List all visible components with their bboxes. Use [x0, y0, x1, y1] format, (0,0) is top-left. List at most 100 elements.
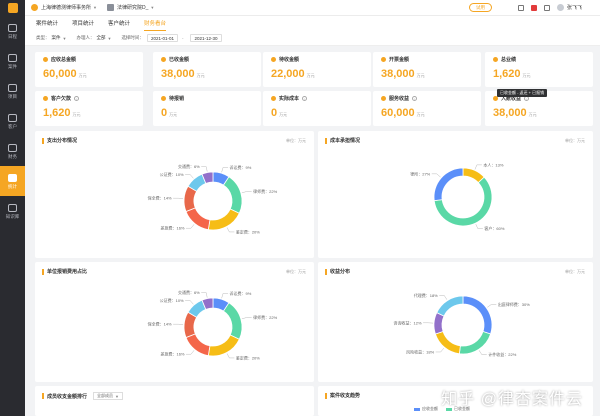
pie-slice[interactable] — [458, 330, 492, 355]
pie-slice[interactable] — [433, 312, 445, 335]
stat-label-text: 总业绩 — [501, 57, 517, 63]
sidebar-item-1[interactable]: 案件 — [0, 46, 25, 76]
stat-card: 总业绩 1,620 万元 — [485, 52, 593, 87]
date-start-input[interactable]: 2021-01-01 — [146, 34, 178, 42]
label-leader-line — [185, 174, 194, 179]
pie-slice[interactable] — [185, 207, 211, 231]
pie-label: 差旅费：16% — [160, 225, 184, 231]
project-switcher[interactable]: 法律研究院D_ ▼ — [106, 4, 155, 11]
user-name[interactable]: 张飞飞 — [567, 4, 582, 11]
stat-unit: 万元 — [522, 73, 531, 78]
pie-slice[interactable] — [222, 302, 243, 340]
stat-value: 38,000 万元 — [161, 68, 205, 80]
info-icon[interactable]: i — [74, 96, 80, 101]
trend-title: 案件收支趋势 — [330, 393, 361, 399]
tab-1[interactable]: 项目统计 — [72, 16, 94, 31]
pie-slice[interactable] — [222, 176, 243, 214]
stat-label-text: 开票金额 — [389, 57, 410, 63]
info-icon[interactable]: i — [302, 96, 308, 101]
stat-label: 总业绩 — [493, 56, 516, 63]
sidebar-item-2[interactable]: 项目 — [0, 76, 25, 106]
sidebar-item-4[interactable]: 财务 — [0, 136, 25, 166]
stat-card: 客户欠款 i 1,620 万元 — [35, 91, 143, 126]
pie-slice[interactable] — [433, 167, 464, 202]
pie-slice[interactable] — [185, 333, 211, 357]
stat-icon — [271, 57, 276, 62]
pie-slice[interactable] — [462, 295, 493, 335]
nav-icon — [8, 143, 17, 152]
stat-card: 待收金额 22,000 万元 — [263, 52, 371, 87]
pie-label: 公证费：10% — [160, 171, 184, 177]
nav-icon — [8, 113, 17, 122]
label-leader-line — [221, 293, 229, 299]
date-filter: 选择时间： 2021-01-01 - 2021-12-30 — [121, 34, 222, 42]
org-switcher[interactable]: 上海律德测律师事务所 ▼ — [31, 4, 97, 11]
stat-unit: 万元 — [306, 73, 315, 78]
pie-label: 律所：27% — [410, 170, 430, 176]
trial-badge[interactable]: 试用 — [468, 3, 492, 12]
stat-label-text: 待报销 — [169, 96, 185, 102]
pie-label: 公证费：10% — [160, 297, 184, 303]
project-name: 法律研究院D_ — [116, 5, 149, 11]
sidebar-item-label: 项目 — [8, 93, 17, 99]
stat-icon — [493, 57, 498, 62]
sidebar-item-3[interactable]: 客户 — [0, 106, 25, 136]
settings-icon[interactable] — [543, 4, 550, 11]
stat-value: 1,620 万元 — [43, 107, 81, 119]
pie-label: 鉴定费：20% — [236, 228, 260, 234]
stat-value-number: 0 — [161, 107, 168, 119]
legend-item[interactable]: 应收金额 — [414, 406, 438, 412]
type-filter[interactable]: 类型： 案件 ▼ — [36, 35, 66, 41]
sidebar-item-5[interactable]: 统计 — [0, 166, 25, 196]
pie-slice[interactable] — [207, 334, 240, 357]
stat-label-text: 实际成本 — [279, 96, 300, 102]
stat-unit: 万元 — [196, 73, 205, 78]
stat-unit: 万元 — [528, 112, 537, 117]
stat-value: 22,000 万元 — [271, 68, 315, 80]
stat-value: 60,000 万元 — [381, 107, 425, 119]
pie-label: 出庭律师费：30% — [498, 301, 530, 307]
label-leader-line — [475, 224, 483, 229]
sidebar-item-label: 知识库 — [5, 213, 20, 219]
stat-value-number: 38,000 — [161, 68, 195, 80]
label-leader-line — [185, 350, 195, 355]
date-separator: - — [181, 35, 184, 41]
sidebar-item-0[interactable]: 日程 — [0, 16, 25, 46]
label-leader-line — [241, 317, 252, 320]
chevron-down-icon: ▼ — [150, 5, 155, 10]
member-select-value: 全部成员 — [97, 393, 114, 398]
stat-card: 待报销 0 万元 — [153, 91, 261, 126]
sidebar-item-6[interactable]: 知识库 — [0, 196, 25, 226]
legend-label: 应收金额 — [422, 406, 438, 411]
tab-0[interactable]: 案件统计 — [36, 16, 58, 31]
avatar[interactable] — [556, 4, 564, 11]
pie-label: 本人：13% — [483, 161, 503, 167]
panel-title: 成员收支金额排行 全部成员 ▼ — [42, 392, 123, 400]
pie-slice[interactable] — [434, 330, 461, 355]
notification-icon[interactable] — [530, 4, 537, 11]
member-select[interactable]: 全部成员 ▼ — [93, 392, 123, 400]
chevron-down-icon: ▼ — [115, 393, 119, 399]
stat-unit: 万元 — [169, 112, 178, 117]
income-panel: 收益分布 单位：万元 出庭律师费：30% 计件收益：22% 风险收益：18% 咨询收益… — [318, 262, 593, 382]
label-leader-line — [185, 224, 195, 229]
tab-2[interactable]: 客户统计 — [108, 16, 130, 31]
tab-3[interactable]: 财务看台 — [144, 16, 167, 31]
stat-value-number: 22,000 — [271, 68, 305, 80]
top-bar: 上海律德测律师事务所 ▼ 法律研究院D_ ▼ 试用 张飞飞 — [25, 0, 600, 16]
stat-label-text: 服务收益 — [389, 96, 410, 102]
rank-panel: 成员收支金额排行 全部成员 ▼ — [35, 386, 314, 416]
info-icon[interactable]: i — [412, 96, 418, 101]
pie-slice[interactable] — [207, 208, 240, 231]
owner-filter-label: 办理人： — [76, 35, 95, 40]
stat-value-number: 38,000 — [381, 68, 415, 80]
owner-filter[interactable]: 办理人： 全部 ▼ — [76, 35, 111, 41]
panel-title: 案件收支趋势 — [325, 392, 360, 399]
app-logo[interactable] — [0, 0, 25, 16]
pie-slice[interactable] — [436, 295, 464, 317]
cost-pie-chart: 本人：13% 客户：60% 律所：27% — [410, 161, 505, 231]
stat-icon — [381, 96, 386, 101]
date-end-input[interactable]: 2021-12-30 — [190, 34, 222, 42]
stat-card: 已收金额 38,000 万元 — [153, 52, 261, 87]
message-icon[interactable] — [517, 4, 524, 11]
